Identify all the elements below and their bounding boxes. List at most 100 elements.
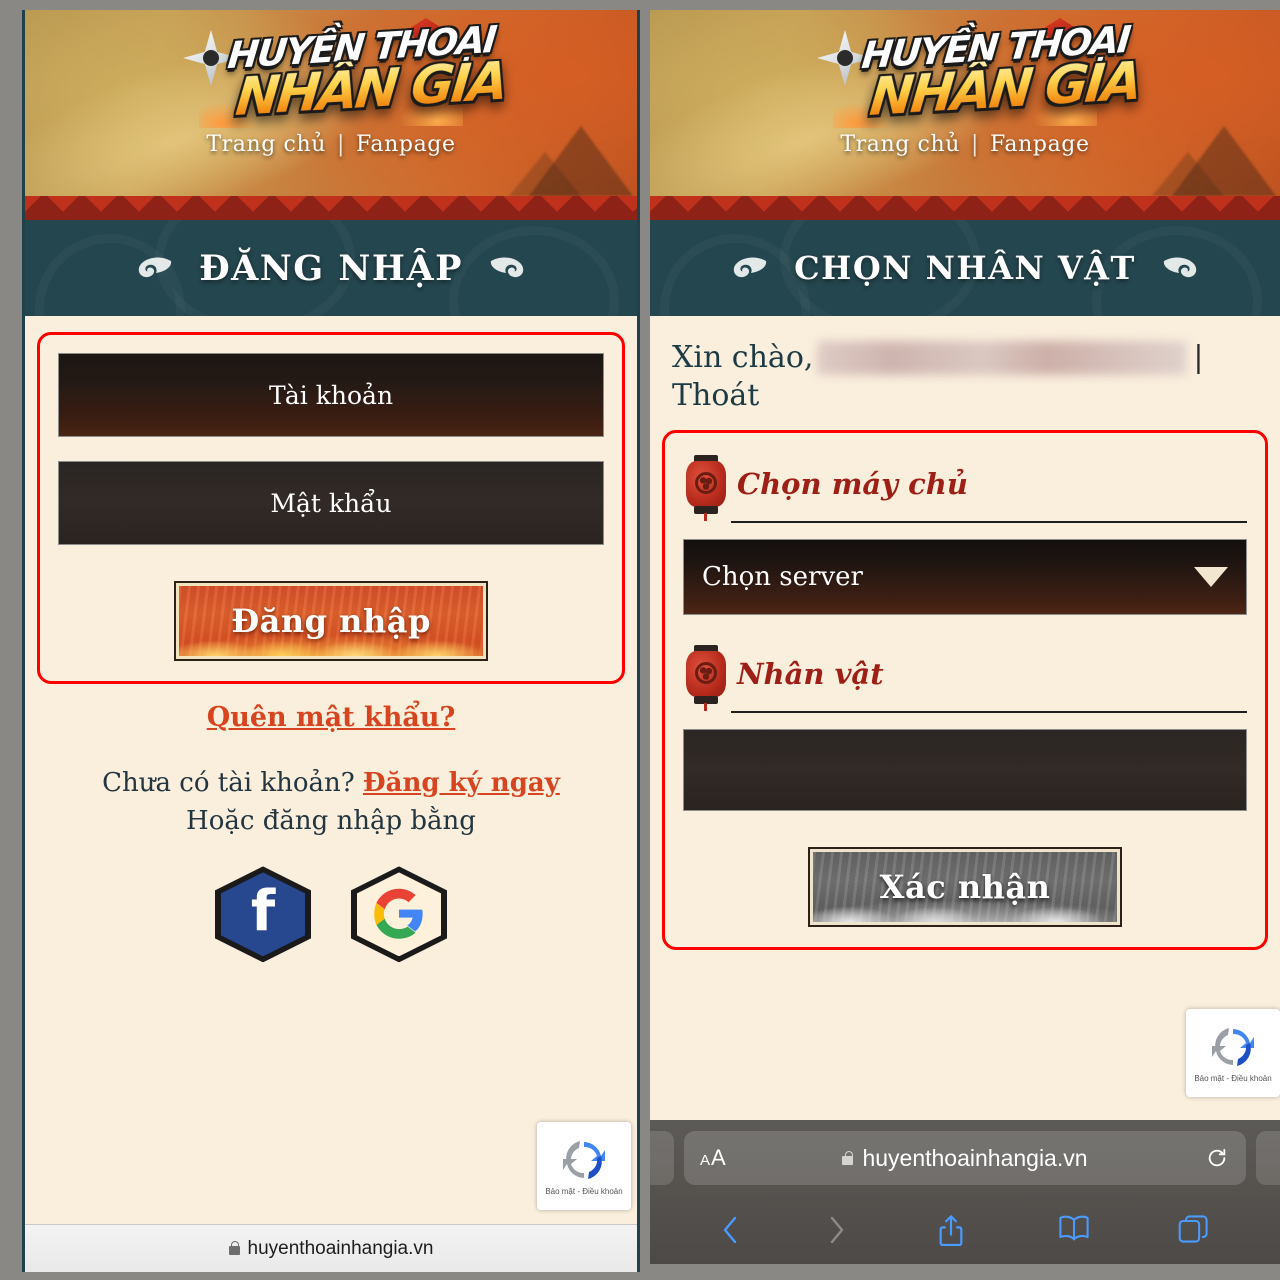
nav-separator-right: |	[971, 132, 980, 157]
safari-url-bar[interactable]: AA huyenthoainhangia.vn	[684, 1131, 1246, 1185]
login-title-bar: ĐĂNG NHẬP	[25, 220, 637, 316]
lantern-icon-character	[683, 641, 729, 711]
header-nav-right: Trang chủ | Fanpage	[840, 132, 1089, 157]
lock-icon-safari	[842, 1150, 854, 1165]
cloud-swirl-icon-right-right-panel	[1162, 255, 1204, 281]
login-content: Đăng nhập Quên mật khẩu? Chưa có tài kho…	[25, 332, 637, 963]
forward-icon	[829, 1216, 845, 1244]
safari-browser-chrome: AA huyenthoainhangia.vn	[650, 1120, 1280, 1272]
url-text: huyenthoainhangia.vn	[247, 1237, 434, 1259]
safari-tab-row: AA huyenthoainhangia.vn	[650, 1120, 1280, 1196]
header-nav: Trang chủ | Fanpage	[206, 132, 455, 157]
login-form-highlight-box: Đăng nhập	[37, 332, 625, 684]
bookmarks-icon[interactable]	[1057, 1214, 1089, 1246]
register-link[interactable]: Đăng ký ngay	[363, 768, 560, 798]
reload-icon[interactable]	[1206, 1147, 1228, 1169]
game-header-banner: HUYỀN THOẠI NHÂN GIA Trang chủ | Fanpage	[25, 10, 637, 196]
recaptcha-badge-right[interactable]: Bảo mật - Điều khoản	[1186, 1009, 1280, 1097]
lantern-icon-server	[683, 451, 729, 521]
lantern-tassel	[704, 513, 707, 521]
server-section-label: Chọn máy chủ	[737, 467, 968, 501]
safari-url-text: huyenthoainhangia.vn	[862, 1144, 1088, 1171]
login-screen-panel: HUYỀN THOẠI NHÂN GIA Trang chủ | Fanpage	[22, 10, 640, 1272]
nav-link-home-right[interactable]: Trang chủ	[840, 132, 960, 157]
back-icon[interactable]	[722, 1216, 738, 1244]
nav-link-home[interactable]: Trang chủ	[206, 132, 326, 157]
tabs-icon[interactable]	[1178, 1214, 1208, 1246]
share-icon[interactable]	[936, 1214, 966, 1247]
recaptcha-icon-right	[1207, 1023, 1259, 1071]
home-indicator-area	[650, 1264, 1280, 1272]
forgot-password-link[interactable]: Quên mật khẩu?	[207, 702, 456, 733]
confirm-button[interactable]: Xác nhận	[808, 847, 1122, 927]
shuriken-center-icon-right	[837, 50, 853, 66]
recaptcha-label: Bảo mật - Điều khoản	[545, 1187, 623, 1196]
nav-link-fanpage-right[interactable]: Fanpage	[990, 132, 1090, 157]
server-label-row: Chọn máy chủ	[683, 451, 1247, 521]
login-button-row: Đăng nhập	[58, 581, 604, 661]
facebook-icon: f	[221, 872, 305, 957]
lantern-triskelion-icon	[695, 472, 717, 494]
safari-url-center: huyenthoainhangia.vn	[684, 1145, 1246, 1172]
character-title-bar: CHỌN NHÂN VẬT	[650, 220, 1280, 316]
or-login-with-label: Hoặc đăng nhập bằng	[186, 805, 476, 836]
server-select[interactable]: Chọn server	[683, 539, 1247, 615]
character-section-label: Nhân vật	[737, 657, 884, 691]
account-input[interactable]	[58, 353, 604, 437]
page-title: ĐĂNG NHẬP	[199, 247, 463, 289]
cloud-swirl-icon-left	[131, 255, 173, 281]
safari-toolbar	[650, 1196, 1280, 1264]
login-button[interactable]: Đăng nhập	[174, 581, 488, 661]
header-mountain-shape-small-right	[1152, 152, 1224, 196]
greeting-separator: |	[1193, 340, 1204, 375]
logout-link[interactable]: Thoát	[672, 378, 759, 414]
character-section-rule	[731, 711, 1247, 713]
character-select-panel: HUYỀN THOẠI NHÂN GIA Trang chủ | Fanpage	[650, 10, 1280, 1272]
character-label-row: Nhân vật	[683, 641, 1247, 711]
forgot-password-row: Quên mật khẩu?	[25, 702, 637, 733]
chevron-down-icon	[1194, 567, 1228, 587]
recaptcha-label-right: Bảo mật - Điều khoản	[1194, 1074, 1272, 1083]
title-bar-decoration-3	[449, 226, 619, 316]
tab-peek-right[interactable]	[1256, 1131, 1280, 1185]
game-logo-art-right: HUYỀN THOẠI NHÂN GIA	[815, 18, 1142, 130]
zigzag-divider	[25, 196, 637, 220]
greeting-row: Xin chào, |	[672, 340, 1258, 376]
server-section-rule	[731, 521, 1247, 523]
recaptcha-badge[interactable]: Bảo mật - Điều khoản	[537, 1122, 631, 1210]
password-input[interactable]	[58, 461, 604, 545]
google-icon	[357, 872, 441, 957]
facebook-login-button[interactable]: f	[215, 866, 311, 963]
greeting-block: Xin chào, | Thoát	[650, 316, 1280, 414]
no-account-label: Chưa có tài khoản?	[102, 768, 355, 798]
page-title-right: CHỌN NHÂN VẬT	[794, 249, 1136, 287]
shuriken-center-icon	[203, 50, 219, 66]
game-header-banner-right: HUYỀN THOẠI NHÂN GIA Trang chủ | Fanpage	[650, 10, 1280, 196]
character-select-highlight-box: Chọn máy chủ Chọn server Nhân vật Xác nh…	[662, 430, 1268, 950]
cloud-swirl-icon-right	[489, 255, 531, 281]
game-logo-right[interactable]: HUYỀN THOẠI NHÂN GIA Trang chủ | Fanpage	[650, 18, 1280, 157]
screenshot-stage: HUYỀN THOẠI NHÂN GIA Trang chủ | Fanpage	[0, 0, 1280, 1280]
lock-icon	[228, 1241, 240, 1255]
cloud-swirl-icon-left-right-panel	[726, 255, 768, 281]
zigzag-divider-right	[650, 196, 1280, 220]
game-logo-art: HUYỀN THOẠI NHÂN GIA	[181, 18, 508, 130]
account-email-masked	[817, 341, 1188, 375]
confirm-button-row: Xác nhận	[683, 847, 1247, 927]
tab-peek-left[interactable]	[650, 1131, 674, 1185]
server-select-value: Chọn server	[702, 562, 863, 592]
signup-block: Chưa có tài khoản? Đăng ký ngay Hoặc đăn…	[25, 765, 637, 840]
nav-separator: |	[337, 132, 346, 157]
greeting-label: Xin chào,	[672, 340, 814, 375]
social-login-row: f	[25, 866, 637, 963]
lantern-tassel-2	[704, 703, 707, 711]
recaptcha-icon	[558, 1136, 610, 1184]
signup-prompt-row: Chưa có tài khoản? Đăng ký ngay	[25, 765, 637, 803]
google-login-button[interactable]	[351, 866, 447, 963]
nav-link-fanpage[interactable]: Fanpage	[356, 132, 456, 157]
header-mountain-shape-small	[509, 152, 581, 196]
character-select-field[interactable]	[683, 729, 1247, 811]
left-browser-url-bar[interactable]: huyenthoainhangia.vn	[25, 1224, 637, 1272]
game-logo[interactable]: HUYỀN THOẠI NHÂN GIA Trang chủ | Fanpage	[25, 18, 637, 157]
